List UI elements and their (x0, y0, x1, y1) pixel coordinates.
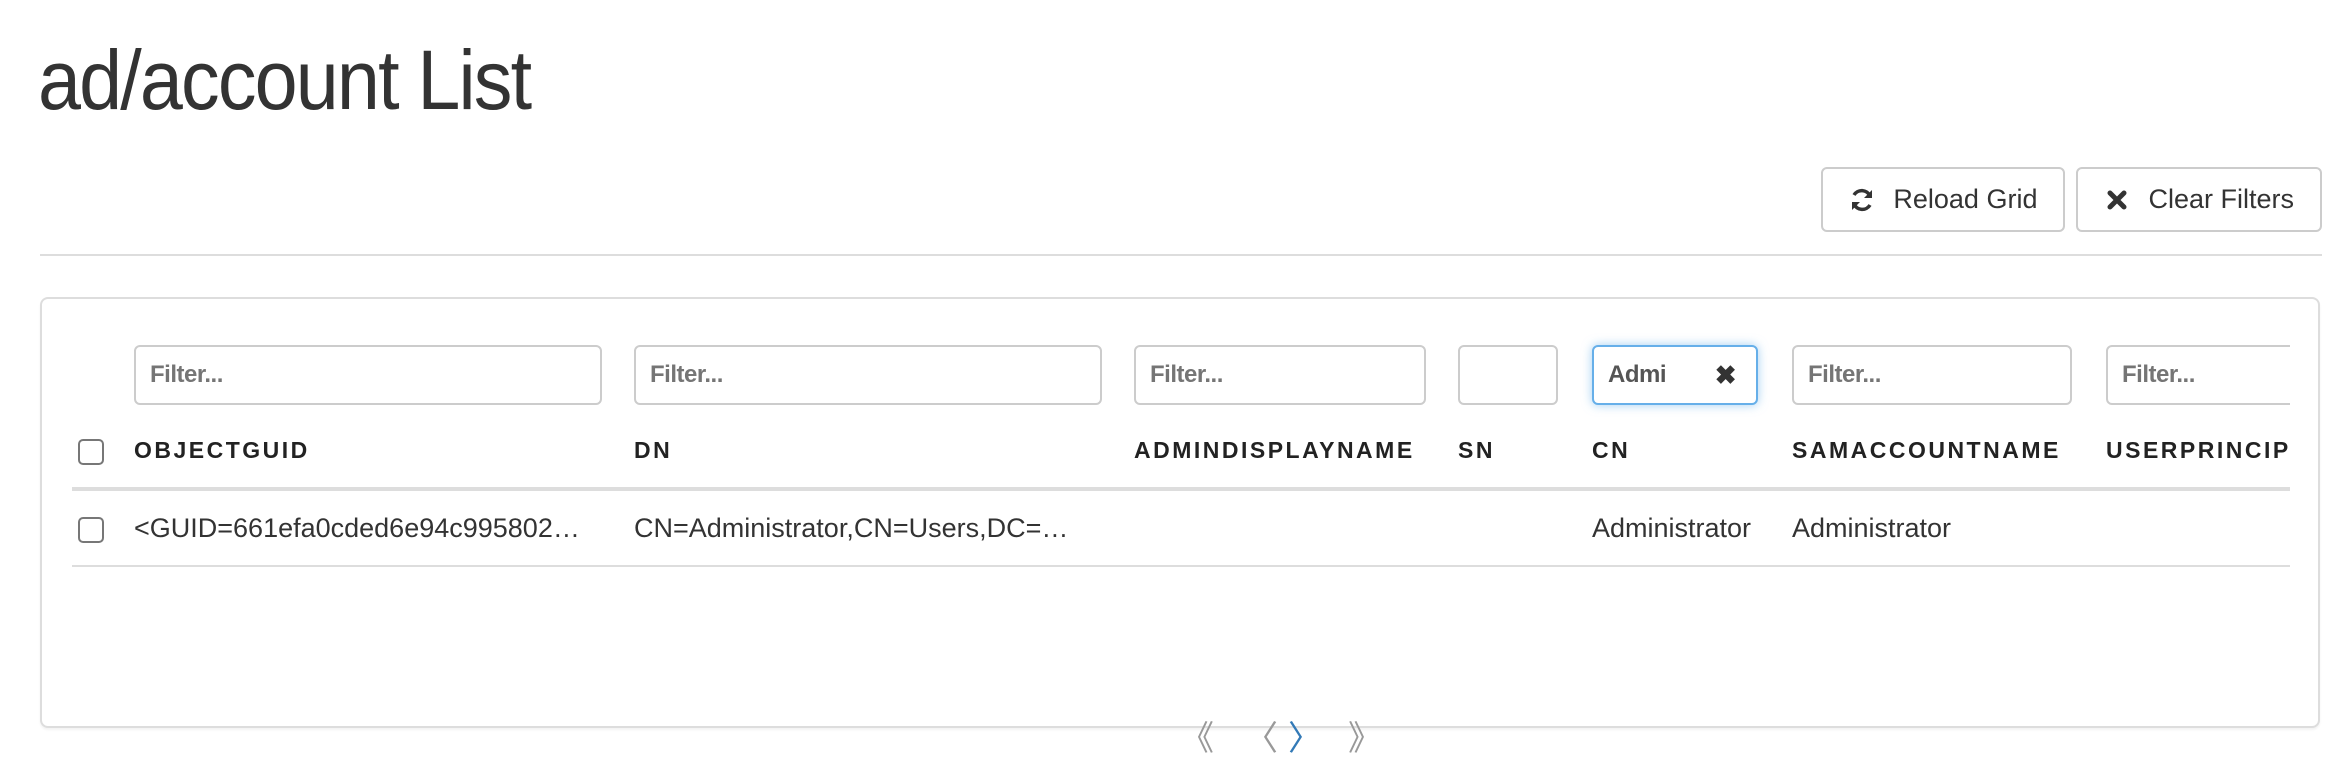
row-select-checkbox[interactable] (78, 517, 104, 543)
column-header-userprincipalname[interactable]: USERPRINCIP (2106, 437, 2290, 464)
cell-cn: Administrator (1592, 513, 1752, 543)
times-icon (2104, 187, 2130, 213)
header-row: OBJECTGUID DN ADMINDISPLAYNAME SN CN SAM… (72, 419, 2290, 491)
first-page-button[interactable]: 《 (1180, 711, 1214, 760)
toolbar: Reload Grid Clear Filters (1821, 167, 2322, 232)
filter-cn-value: Admi (1608, 361, 1667, 388)
filter-userprincipalname[interactable] (2106, 345, 2290, 405)
pagination: 《 〈 〉 》 (1180, 711, 1382, 758)
select-all-checkbox[interactable] (78, 439, 104, 465)
filter-row: Admi ✖ (72, 345, 2290, 405)
clear-filter-icon[interactable]: ✖ (1715, 360, 1737, 391)
filter-sn[interactable] (1458, 345, 1558, 405)
column-header-cn[interactable]: CN (1592, 437, 1630, 464)
clear-filters-button[interactable]: Clear Filters (2076, 167, 2322, 232)
header-divider (40, 254, 2322, 256)
cell-dn: CN=Administrator,CN=Users,DC=… (634, 513, 1069, 543)
filter-objectguid[interactable] (134, 345, 602, 405)
filter-cn[interactable]: Admi ✖ (1592, 345, 1758, 405)
column-header-admindisplayname[interactable]: ADMINDISPLAYNAME (1134, 437, 1415, 464)
column-header-samaccountname[interactable]: SAMACCOUNTNAME (1792, 437, 2061, 464)
clear-filters-label: Clear Filters (2148, 184, 2294, 214)
reload-grid-label: Reload Grid (1893, 184, 2038, 214)
reload-grid-button[interactable]: Reload Grid (1821, 167, 2066, 232)
column-header-objectguid[interactable]: OBJECTGUID (134, 437, 310, 464)
filter-dn[interactable] (634, 345, 1102, 405)
column-header-sn[interactable]: SN (1458, 437, 1495, 464)
cell-samaccountname: Administrator (1792, 513, 1952, 543)
cell-objectguid: <GUID=661efa0cded6e94c995802… (134, 513, 580, 543)
page-title: ad/account List (38, 33, 532, 127)
filter-samaccountname[interactable] (1792, 345, 2072, 405)
last-page-button[interactable]: 》 (1348, 711, 1382, 760)
filter-admindisplayname[interactable] (1134, 345, 1426, 405)
next-page-button[interactable]: 〉 (1288, 711, 1322, 760)
grid-panel: Admi ✖ OBJECTGUID DN ADMINDISPLAYNAME SN… (40, 297, 2320, 758)
prev-page-button[interactable]: 〈 (1244, 711, 1278, 760)
refresh-icon (1849, 187, 1875, 213)
table-row[interactable]: <GUID=661efa0cded6e94c995802… CN=Adminis… (72, 495, 2290, 567)
column-header-dn[interactable]: DN (634, 437, 672, 464)
account-grid: Admi ✖ OBJECTGUID DN ADMINDISPLAYNAME SN… (72, 299, 2290, 569)
